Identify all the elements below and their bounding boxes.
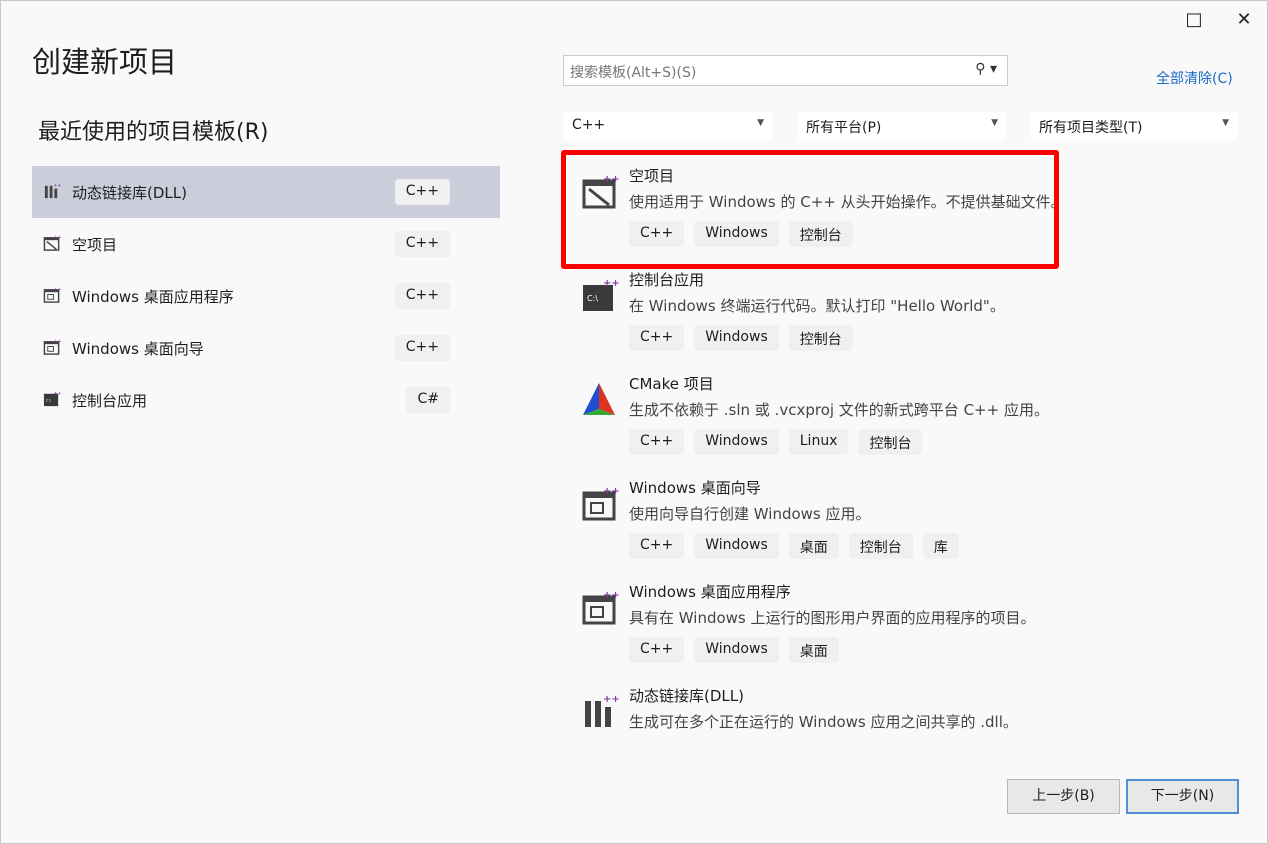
template-item[interactable]: ++ Windows 桌面向导 使用向导自行创建 Windows 应用。 C++… xyxy=(579,479,1059,585)
platform-dropdown[interactable]: 所有平台(P) ▼ xyxy=(798,112,1006,140)
page-title: 创建新项目 xyxy=(32,45,178,79)
svg-text:++: ++ xyxy=(603,278,619,289)
console-template-icon: C:\ ++ xyxy=(42,390,62,408)
template-tags: C++ Windows 控制台 xyxy=(629,325,853,351)
platform-value: 所有平台(P) xyxy=(806,120,882,136)
template-item[interactable]: ++ 动态链接库(DLL) 生成可在多个正在运行的 Windows 应用之间共享… xyxy=(579,687,1059,793)
template-title: Windows 桌面应用程序 xyxy=(629,583,791,601)
svg-text:++: ++ xyxy=(53,182,61,188)
template-description: 在 Windows 终端运行代码。默认打印 "Hello World"。 xyxy=(629,297,1005,315)
wizard-template-icon: ++ xyxy=(42,338,62,356)
selection-highlight xyxy=(561,150,1059,269)
language-value: C++ xyxy=(572,117,606,133)
recent-template-item[interactable]: ++ Windows 桌面应用程序 C++ xyxy=(32,270,500,322)
template-tag: 库 xyxy=(922,533,959,559)
svg-text:++: ++ xyxy=(53,338,61,344)
template-tag: 控制台 xyxy=(858,429,923,455)
template-tag: C++ xyxy=(629,637,685,663)
svg-text:C:\: C:\ xyxy=(587,294,598,303)
recent-template-label: 空项目 xyxy=(72,236,118,254)
recent-template-item[interactable]: ++ 动态链接库(DLL) C++ xyxy=(32,166,500,218)
chevron-down-icon: ▼ xyxy=(1222,118,1229,128)
svg-text:C:\: C:\ xyxy=(46,397,52,402)
svg-text:++: ++ xyxy=(603,486,619,497)
template-description: 生成可在多个正在运行的 Windows 应用之间共享的 .dll。 xyxy=(629,713,1018,731)
dll-template-icon: ++ xyxy=(581,693,620,731)
template-title: CMake 项目 xyxy=(629,375,714,393)
close-button[interactable]: ✕ xyxy=(1229,9,1259,30)
wizard-template-icon: ++ xyxy=(581,485,620,523)
template-description: 生成不依赖于 .sln 或 .vcxproj 文件的新式跨平台 C++ 应用。 xyxy=(629,401,1049,419)
template-tag: 控制台 xyxy=(788,325,853,351)
template-description: 具有在 Windows 上运行的图形用户界面的应用程序的项目。 xyxy=(629,609,1036,627)
recent-template-item[interactable]: ++ Windows 桌面向导 C++ xyxy=(32,322,500,374)
search-input[interactable]: 搜索模板(Alt+S)(S) ⚲ ▾ xyxy=(563,55,1008,86)
maximize-button[interactable]: □ xyxy=(1179,9,1209,30)
template-item[interactable]: ++ Windows 桌面应用程序 具有在 Windows 上运行的图形用户界面… xyxy=(579,583,1059,689)
template-item[interactable]: C:\ ++ 控制台应用 在 Windows 终端运行代码。默认打印 "Hello… xyxy=(579,271,1059,377)
template-tag: Windows xyxy=(694,533,779,559)
recent-template-item[interactable]: ++ 空项目 C++ xyxy=(32,218,500,270)
template-tag: Windows xyxy=(694,429,779,455)
svg-text:++: ++ xyxy=(53,390,61,396)
recent-template-label: 控制台应用 xyxy=(72,392,148,410)
language-dropdown[interactable]: C++ ▼ xyxy=(564,112,772,140)
recent-template-item[interactable]: C:\ ++ 控制台应用 C# xyxy=(32,374,500,426)
console-template-icon: C:\ ++ xyxy=(581,277,620,315)
template-tags: C++ Windows Linux 控制台 xyxy=(629,429,923,455)
template-tag: Linux xyxy=(788,429,849,455)
svg-text:++: ++ xyxy=(53,286,61,292)
project-type-value: 所有项目类型(T) xyxy=(1039,120,1143,136)
cmake-template-icon xyxy=(581,381,619,419)
language-tag: C++ xyxy=(394,283,450,309)
template-tag: Windows xyxy=(694,325,779,351)
template-title: 控制台应用 xyxy=(629,271,705,289)
template-tag: 控制台 xyxy=(848,533,913,559)
template-tags: C++ Windows 桌面 xyxy=(629,637,839,663)
project-type-dropdown[interactable]: 所有项目类型(T) ▼ xyxy=(1031,112,1237,140)
desktop-template-icon: ++ xyxy=(581,589,620,627)
template-title: Windows 桌面向导 xyxy=(629,479,761,497)
dll-template-icon: ++ xyxy=(42,182,62,200)
empty-template-icon: ++ xyxy=(42,234,62,252)
recent-heading: 最近使用的项目模板(R) xyxy=(38,120,269,145)
desktop-template-icon: ++ xyxy=(42,286,62,304)
template-tag: C++ xyxy=(629,325,685,351)
recent-template-label: Windows 桌面向导 xyxy=(72,340,204,358)
svg-text:++: ++ xyxy=(603,590,619,601)
recent-template-label: 动态链接库(DLL) xyxy=(72,184,187,202)
svg-text:++: ++ xyxy=(603,694,619,705)
template-tag: C++ xyxy=(629,429,685,455)
template-tags: C++ Windows 桌面 控制台库 xyxy=(629,533,959,559)
chevron-down-icon: ▼ xyxy=(991,118,998,128)
clear-all-link[interactable]: 全部清除(C) xyxy=(1156,68,1233,88)
template-tag: 桌面 xyxy=(788,533,839,559)
template-tag: C++ xyxy=(629,533,685,559)
language-tag: C# xyxy=(406,387,450,413)
back-button[interactable]: 上一步(B) xyxy=(1007,779,1120,814)
template-item[interactable]: CMake 项目 生成不依赖于 .sln 或 .vcxproj 文件的新式跨平台… xyxy=(579,375,1059,481)
template-description: 使用向导自行创建 Windows 应用。 xyxy=(629,505,871,523)
language-tag: C++ xyxy=(394,231,450,257)
next-button[interactable]: 下一步(N) xyxy=(1126,779,1239,814)
recent-template-label: Windows 桌面应用程序 xyxy=(72,288,234,306)
template-tag: 桌面 xyxy=(788,637,839,663)
search-icon[interactable]: ⚲ ▾ xyxy=(975,61,997,77)
chevron-down-icon: ▼ xyxy=(757,118,764,128)
search-placeholder: 搜索模板(Alt+S)(S) xyxy=(570,65,697,81)
language-tag: C++ xyxy=(394,335,450,361)
language-tag: C++ xyxy=(394,179,450,205)
template-title: 动态链接库(DLL) xyxy=(629,687,744,705)
svg-text:++: ++ xyxy=(53,234,61,240)
template-tag: Windows xyxy=(694,637,779,663)
